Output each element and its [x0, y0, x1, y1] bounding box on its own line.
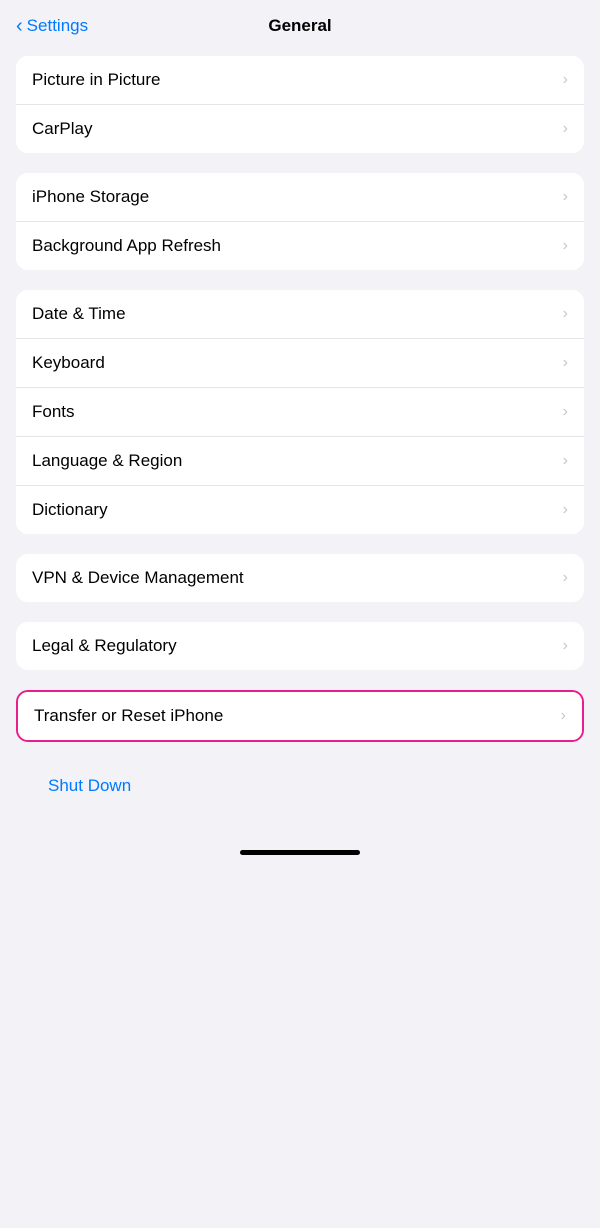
chevron-icon-carplay: › — [563, 120, 568, 138]
settings-label-transfer-reset: Transfer or Reset iPhone — [34, 706, 223, 726]
chevron-icon-iphone-storage: › — [563, 188, 568, 206]
shut-down-label: Shut Down — [48, 776, 131, 795]
settings-label-keyboard: Keyboard — [32, 353, 105, 373]
chevron-icon-keyboard: › — [563, 354, 568, 372]
settings-row-vpn-device-management[interactable]: VPN & Device Management › — [16, 554, 584, 602]
chevron-icon-language-region: › — [563, 452, 568, 470]
settings-label-fonts: Fonts — [32, 402, 75, 422]
page-title: General — [268, 16, 331, 36]
settings-row-iphone-storage[interactable]: iPhone Storage › — [16, 173, 584, 222]
chevron-icon-picture-in-picture: › — [563, 71, 568, 89]
settings-label-date-time: Date & Time — [32, 304, 126, 324]
settings-row-language-region[interactable]: Language & Region › — [16, 437, 584, 486]
settings-row-picture-in-picture[interactable]: Picture in Picture › — [16, 56, 584, 105]
settings-label-picture-in-picture: Picture in Picture — [32, 70, 161, 90]
settings-label-legal-regulatory: Legal & Regulatory — [32, 636, 177, 656]
chevron-icon-transfer-reset: › — [561, 707, 566, 725]
settings-group-1: Picture in Picture › CarPlay › — [16, 56, 584, 153]
settings-group-3: Date & Time › Keyboard › Fonts › Languag… — [16, 290, 584, 534]
settings-row-carplay[interactable]: CarPlay › — [16, 105, 584, 153]
settings-label-background-app-refresh: Background App Refresh — [32, 236, 221, 256]
back-button[interactable]: ‹ Settings — [16, 15, 88, 38]
settings-row-fonts[interactable]: Fonts › — [16, 388, 584, 437]
settings-row-date-time[interactable]: Date & Time › — [16, 290, 584, 339]
settings-row-keyboard[interactable]: Keyboard › — [16, 339, 584, 388]
chevron-icon-date-time: › — [563, 305, 568, 323]
settings-row-dictionary[interactable]: Dictionary › — [16, 486, 584, 534]
shut-down-section: Shut Down — [16, 762, 584, 810]
shut-down-button[interactable]: Shut Down — [32, 762, 568, 810]
settings-row-transfer-reset[interactable]: Transfer or Reset iPhone › — [18, 692, 582, 740]
chevron-icon-legal-regulatory: › — [563, 637, 568, 655]
chevron-icon-dictionary: › — [563, 501, 568, 519]
back-label: Settings — [27, 16, 88, 36]
settings-group-4: VPN & Device Management › — [16, 554, 584, 602]
settings-label-vpn-device-management: VPN & Device Management — [32, 568, 244, 588]
home-bar — [240, 850, 360, 855]
settings-row-background-app-refresh[interactable]: Background App Refresh › — [16, 222, 584, 270]
settings-label-dictionary: Dictionary — [32, 500, 108, 520]
chevron-icon-fonts: › — [563, 403, 568, 421]
settings-content: Picture in Picture › CarPlay › iPhone St… — [0, 46, 600, 840]
settings-group-5: Legal & Regulatory › — [16, 622, 584, 670]
chevron-icon-background-app-refresh: › — [563, 237, 568, 255]
settings-row-legal-regulatory[interactable]: Legal & Regulatory › — [16, 622, 584, 670]
chevron-icon-vpn-device-management: › — [563, 569, 568, 587]
settings-label-carplay: CarPlay — [32, 119, 92, 139]
settings-group-transfer-reset: Transfer or Reset iPhone › — [16, 690, 584, 742]
back-chevron-icon: ‹ — [16, 15, 23, 38]
navigation-header: ‹ Settings General — [0, 0, 600, 46]
home-indicator — [0, 840, 600, 875]
settings-label-iphone-storage: iPhone Storage — [32, 187, 149, 207]
settings-group-2: iPhone Storage › Background App Refresh … — [16, 173, 584, 270]
settings-label-language-region: Language & Region — [32, 451, 182, 471]
